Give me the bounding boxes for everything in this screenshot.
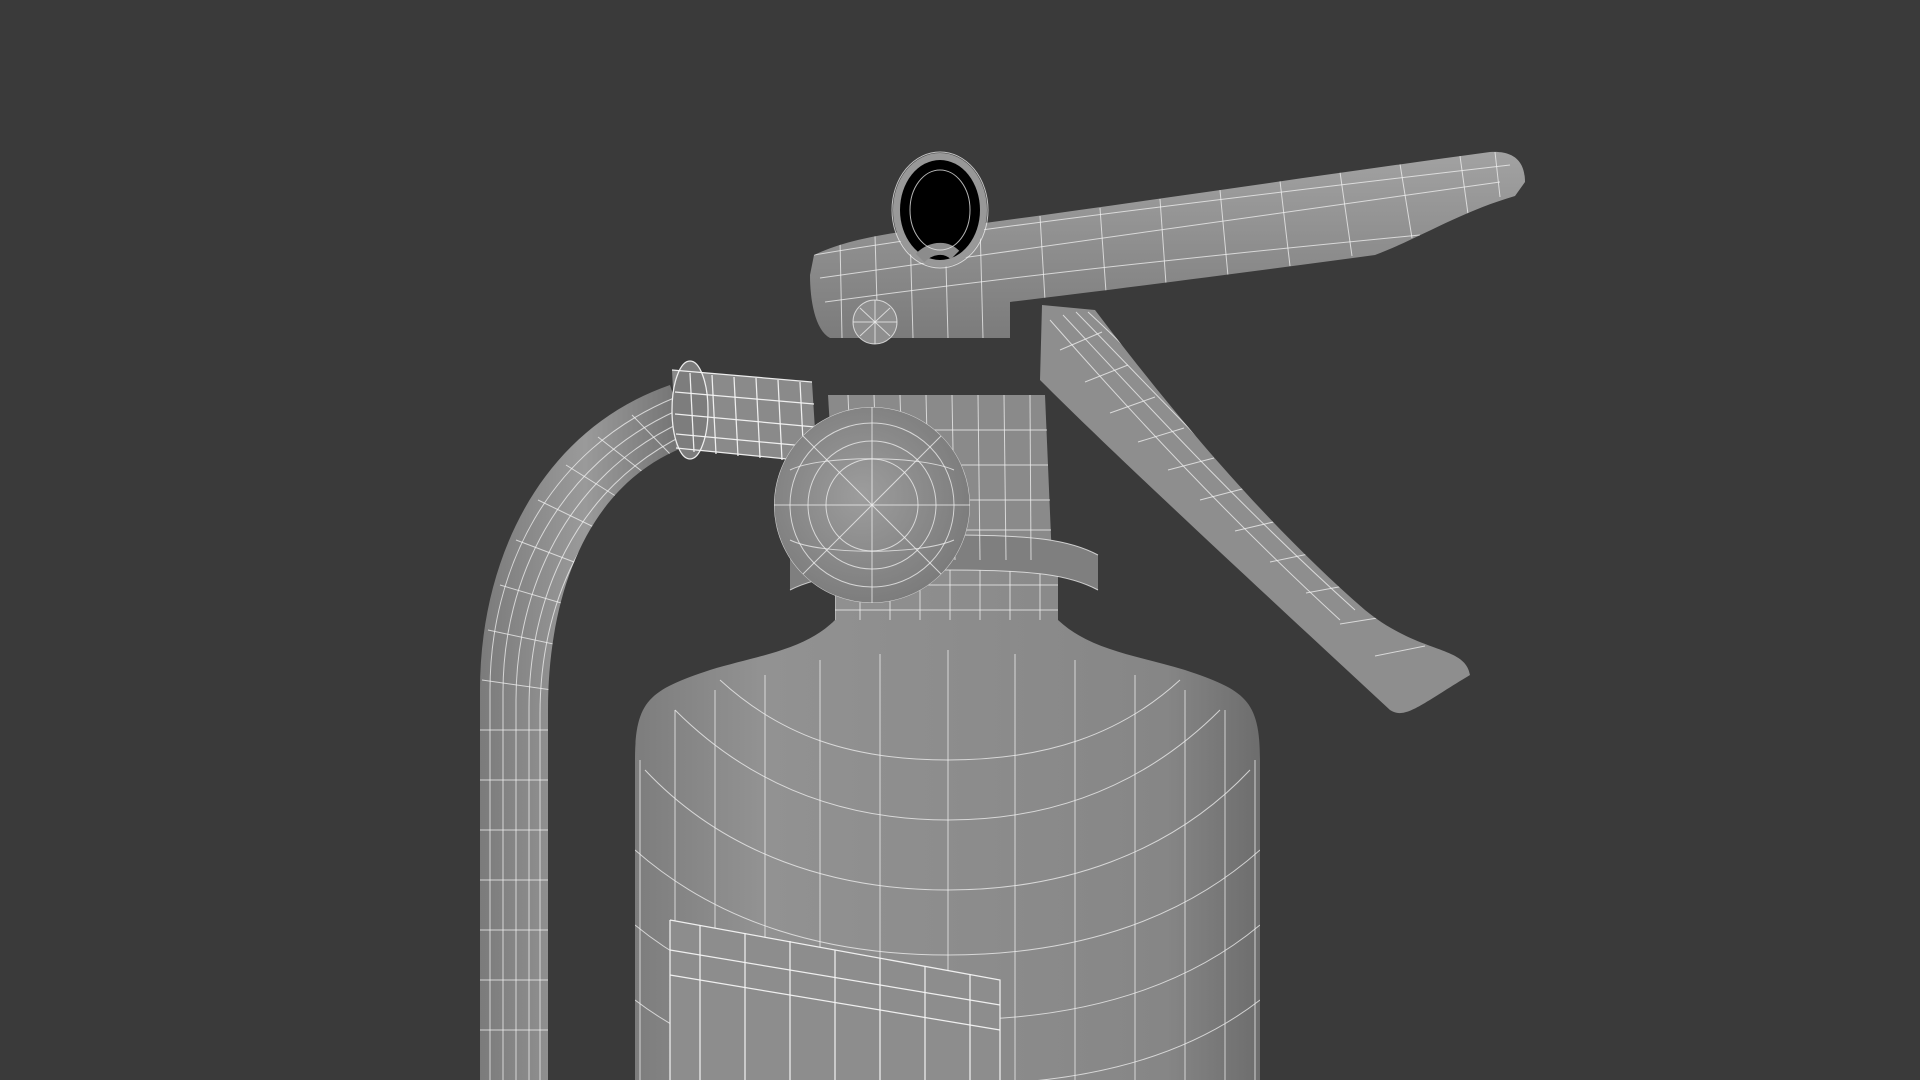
render-viewport bbox=[0, 0, 1920, 1080]
pressure-gauge bbox=[774, 407, 970, 603]
pivot-knob bbox=[852, 299, 898, 345]
extinguisher-wireframe-render bbox=[0, 0, 1920, 1080]
